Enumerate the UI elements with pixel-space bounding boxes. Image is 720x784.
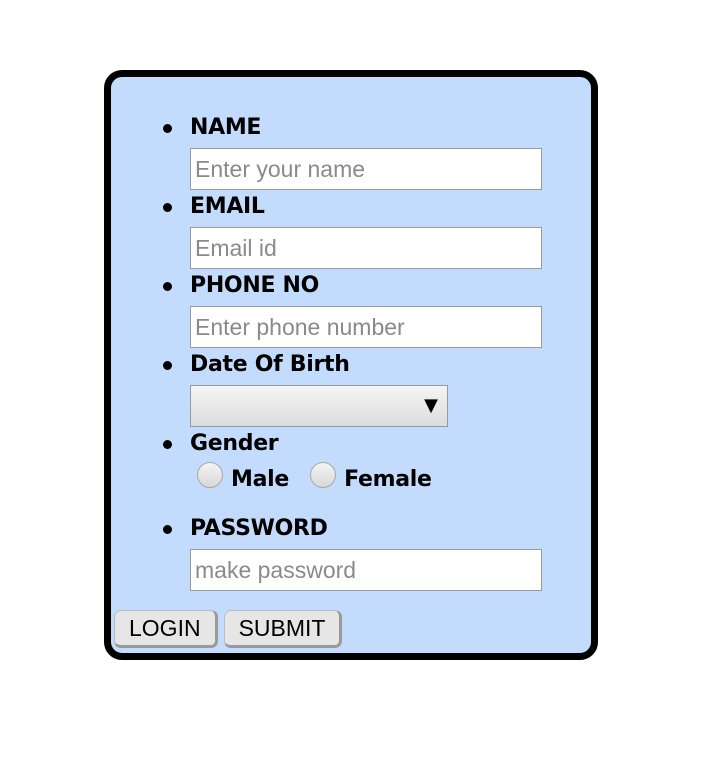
bullet-icon	[163, 525, 172, 534]
bullet-icon	[163, 282, 172, 291]
bullet-icon	[163, 203, 172, 212]
male-radio[interactable]	[197, 462, 223, 488]
dropdown-arrow-icon: ▼	[424, 395, 438, 416]
gender-radio-group: Male Female	[197, 462, 448, 500]
email-label: EMAIL	[190, 194, 265, 219]
submit-button[interactable]: SUBMIT	[223, 610, 343, 648]
dob-label: Date Of Birth	[190, 352, 350, 377]
bullet-icon	[163, 124, 172, 133]
dob-select[interactable]: ▼	[190, 385, 448, 427]
form-buttons: LOGIN SUBMIT	[114, 610, 348, 648]
gender-option-male[interactable]: Male	[197, 462, 290, 494]
password-input[interactable]	[190, 549, 542, 591]
female-label: Female	[344, 467, 432, 492]
gender-option-female[interactable]: Female	[310, 462, 432, 494]
password-label: PASSWORD	[190, 516, 328, 541]
phone-input[interactable]	[190, 306, 542, 348]
phone-label: PHONE NO	[190, 273, 320, 298]
gender-label: Gender	[190, 431, 279, 456]
name-label: NAME	[190, 115, 262, 140]
male-label: Male	[231, 467, 290, 492]
bullet-icon	[163, 361, 172, 370]
bullet-icon	[163, 440, 172, 449]
registration-form: NAME EMAIL PHONE NO Date Of Birth ▼ Gend…	[104, 70, 598, 660]
female-radio[interactable]	[310, 462, 337, 488]
login-button[interactable]: LOGIN	[114, 610, 218, 648]
name-input[interactable]	[190, 148, 542, 190]
email-input[interactable]	[190, 227, 542, 269]
